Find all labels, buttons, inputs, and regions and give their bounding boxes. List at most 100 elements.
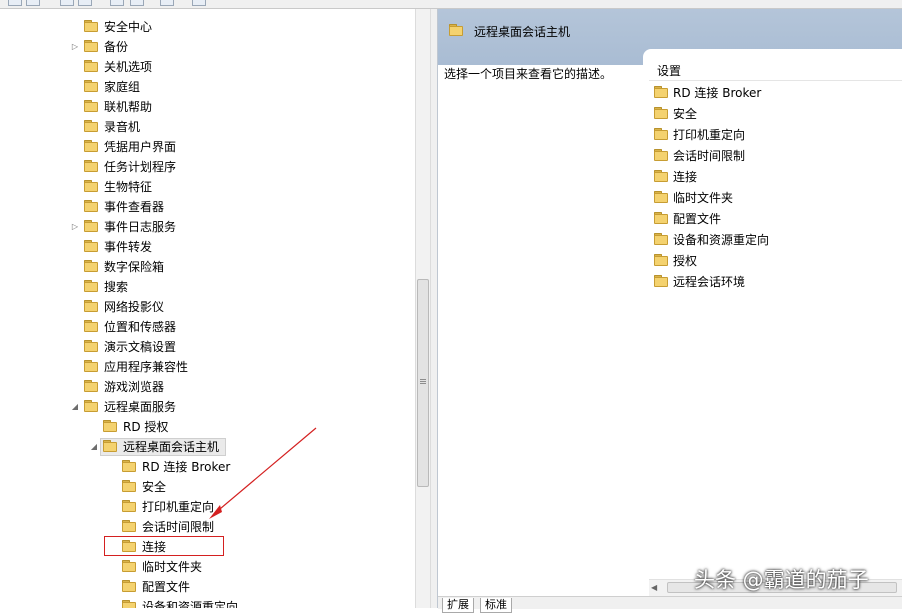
folder-icon [84,200,98,212]
folder-icon [84,40,98,52]
folder-icon [84,80,98,92]
folder-icon [84,140,98,152]
tree-item-label: 打印机重定向 [142,500,215,514]
tree-item-label: 设备和资源重定向 [142,600,239,608]
folder-icon [654,212,668,224]
properties-button[interactable] [110,0,124,6]
tree-item-label: 家庭组 [104,80,141,94]
tree-item-label: 安全中心 [104,20,153,34]
folder-icon [122,500,136,512]
folder-icon [654,233,668,245]
settings-item-label: RD 连接 Broker [673,86,762,100]
tree-item-label: RD 授权 [123,420,169,434]
folder-icon [122,560,136,572]
export-button[interactable] [192,0,206,6]
folder-icon [84,220,98,232]
navigation-tree: 安全中心 ▷ 备份关机选项家庭组联机帮助录音机凭据用户界面 任务计划程序 生物特征事件查… [0,9,416,608]
tree-item-label: 事件查看器 [104,200,165,214]
folder-icon [84,320,98,332]
settings-item-label: 临时文件夹 [673,191,734,205]
folder-icon [103,420,117,432]
folder-icon [84,180,98,192]
folder-icon [84,400,98,412]
settings-item-label: 设备和资源重定向 [673,233,770,247]
tree-scrollbar[interactable] [415,9,431,608]
tree-item-label: 凭据用户界面 [104,140,177,154]
filter-button[interactable] [160,0,174,6]
tree-item-label: 联机帮助 [104,100,153,114]
tree-item-label: RD 连接 Broker [142,460,231,474]
forward-button[interactable] [26,0,40,6]
folder-icon [654,107,668,119]
folder-icon [84,60,98,72]
settings-item-label: 打印机重定向 [673,128,746,142]
tree-item-label: 数字保险箱 [104,260,165,274]
tree-item-label: 远程桌面会话主机 [123,440,220,454]
folder-icon [122,460,136,472]
show-tree-button[interactable] [78,0,92,6]
folder-icon [84,340,98,352]
folder-icon [84,280,98,292]
collapse-icon[interactable]: ◢ [70,397,80,417]
tab-standard[interactable]: 标准 [480,598,512,613]
tree-item-label: 生物特征 [104,180,153,194]
folder-icon [654,170,668,182]
tab-extended[interactable]: 扩展 [442,598,474,613]
folder-icon [84,260,98,272]
description-text: 选择一个项目来查看它的描述。 [444,67,613,81]
tree-item-label: 远程桌面服务 [104,400,177,414]
folder-icon [84,160,98,172]
details-header: 远程桌面会话主机 [438,9,902,65]
folder-icon [654,191,668,203]
folder-icon [84,120,98,132]
tree-item-label: 录音机 [104,120,141,134]
settings-item-label: 配置文件 [673,212,722,226]
column-header-settings[interactable]: 设置 [649,61,902,81]
collapse-icon[interactable]: ◢ [89,437,99,457]
tree-item-label: 配置文件 [142,580,191,594]
folder-icon [122,480,136,492]
expand-icon[interactable]: ▷ [70,37,80,57]
tree-item-label: 演示文稿设置 [104,340,177,354]
tree-item-label: 会话时间限制 [142,520,215,534]
settings-item-label: 会话时间限制 [673,149,746,163]
tree-item-label: 搜索 [104,280,129,294]
scroll-left-icon[interactable]: ◀ [651,583,657,592]
settings-item-label: 连接 [673,170,698,184]
folder-icon [654,86,668,98]
tree-item-label: 游戏浏览器 [104,380,165,394]
toolbar [0,0,902,9]
folder-icon [449,24,463,36]
folder-icon [84,300,98,312]
folder-icon [84,240,98,252]
settings-item-label: 安全 [673,107,698,121]
watermark: 头条 @霸道的茄子 [694,568,869,592]
folder-icon [122,580,136,592]
view-tabs: 扩展 标准 [438,596,902,613]
tree-item-label: 安全 [142,480,167,494]
up-button[interactable] [60,0,74,6]
scrollbar-thumb[interactable] [417,279,429,487]
folder-icon [84,20,98,32]
details-pane: 远程桌面会话主机 选择一个项目来查看它的描述。 设置 RD 连接 Broker 安… [437,9,902,613]
details-title: 远程桌面会话主机 [474,25,571,39]
folder-icon [84,100,98,112]
folder-icon [654,254,668,266]
expand-icon[interactable]: ▷ [70,217,80,237]
tree-item-label: 任务计划程序 [104,160,177,174]
settings-item-label: 授权 [673,254,698,268]
tree-item-label: 临时文件夹 [142,560,203,574]
help-button[interactable] [130,0,144,6]
tree-item-label: 事件转发 [104,240,153,254]
tree-item-label: 备份 [104,40,129,54]
folder-icon [103,440,117,452]
tree-item-label: 关机选项 [104,60,153,74]
back-button[interactable] [8,0,22,6]
folder-icon [84,380,98,392]
tree-item-label: 应用程序兼容性 [104,360,189,374]
folder-icon [654,128,668,140]
folder-icon [654,275,668,287]
folder-icon [654,149,668,161]
folder-icon [84,360,98,372]
tree-item-label: 事件日志服务 [104,220,177,234]
